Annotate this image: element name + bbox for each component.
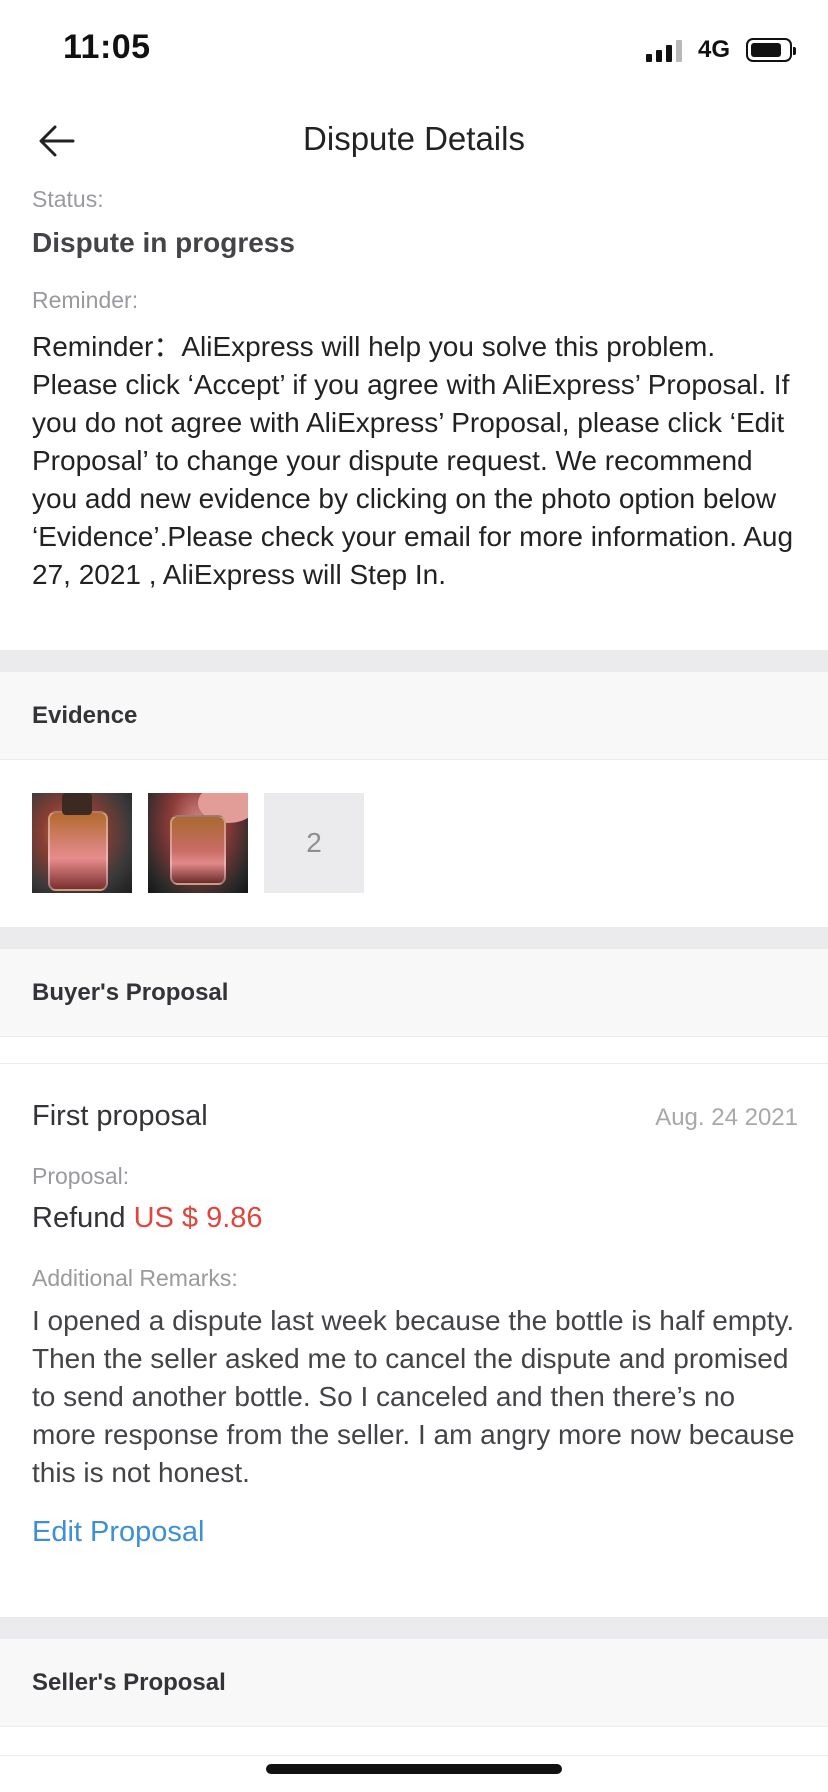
section-divider	[0, 1617, 828, 1639]
seller-proposal-header-label: Seller's Proposal	[32, 1669, 226, 1696]
dispute-details-screen: 11:05 4G Dispute Details Status: Dispute…	[0, 0, 828, 1792]
refund-amount: US $ 9.86	[133, 1202, 263, 1234]
divider	[0, 1063, 828, 1064]
proposal-title: First proposal	[32, 1100, 208, 1132]
reminder-text: Reminder：AliExpress will help you solve …	[32, 331, 794, 590]
proposal-date: Aug. 24 2021	[655, 1104, 798, 1131]
reminder-label: Reminder:	[32, 287, 139, 313]
page-title: Dispute Details	[303, 120, 525, 157]
signal-icon	[645, 38, 682, 62]
section-divider	[0, 650, 828, 672]
evidence-header: Evidence	[0, 672, 828, 760]
network-type: 4G	[697, 36, 730, 63]
status-time: 11:05	[63, 28, 151, 66]
buyer-proposal-card: First proposal Aug. 24 2021 Proposal: Re…	[32, 1100, 798, 1549]
divider	[0, 1755, 828, 1756]
remarks-text: I opened a dispute last week because the…	[32, 1305, 795, 1488]
edit-proposal-link[interactable]: Edit Proposal	[32, 1516, 205, 1549]
evidence-thumbnails: 2	[32, 793, 364, 893]
home-indicator[interactable]	[266, 1764, 562, 1774]
status-label: Status:	[32, 186, 104, 212]
status-indicators: 4G	[645, 36, 796, 64]
section-divider	[0, 927, 828, 949]
evidence-more-count[interactable]: 2	[264, 793, 364, 893]
dispute-status-section: Status: Dispute in progress Reminder: Re…	[32, 186, 802, 594]
status-bar: 11:05 4G	[0, 0, 828, 96]
proposal-label: Proposal:	[32, 1163, 130, 1189]
status-value: Dispute in progress	[32, 227, 295, 258]
refund-line: Refund US $ 9.86	[32, 1202, 798, 1235]
remarks-label: Additional Remarks:	[32, 1265, 238, 1291]
seller-proposal-header: Seller's Proposal	[0, 1639, 828, 1727]
evidence-photo[interactable]	[148, 793, 248, 893]
buyer-proposal-header: Buyer's Proposal	[0, 949, 828, 1037]
evidence-header-label: Evidence	[32, 702, 138, 729]
evidence-photo[interactable]	[32, 793, 132, 893]
buyer-proposal-header-label: Buyer's Proposal	[32, 979, 229, 1006]
refund-prefix: Refund	[32, 1202, 126, 1234]
battery-icon	[746, 38, 796, 62]
nav-bar: Dispute Details	[0, 96, 828, 186]
proposal-title-row: First proposal Aug. 24 2021	[32, 1100, 798, 1133]
